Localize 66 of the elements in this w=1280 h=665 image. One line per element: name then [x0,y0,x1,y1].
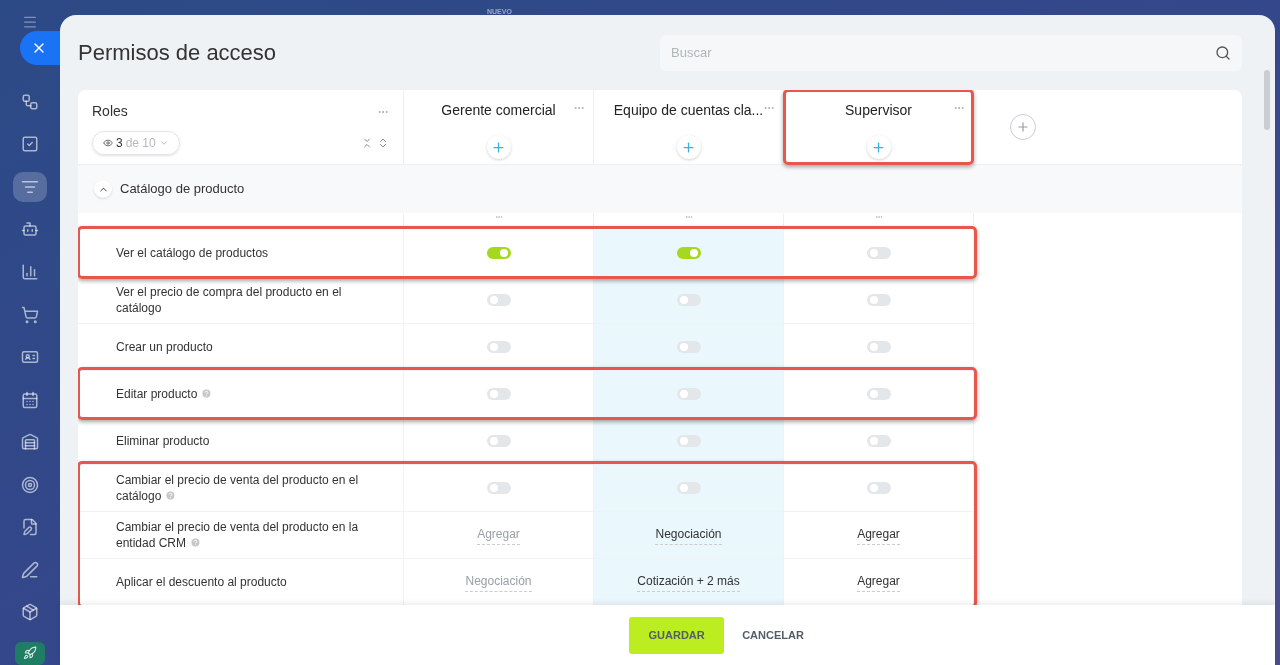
permission-label: Cambiar el precio de venta del producto en el catálogo [116,472,360,504]
permission-label: Aplicar el descuento al producto [116,574,287,590]
toggle-switch[interactable] [866,247,891,259]
robot-icon [21,220,39,239]
calendar-icon [21,390,39,409]
save-button[interactable]: GUARDAR [629,616,725,654]
cart-icon [21,305,39,324]
toggle-switch[interactable] [486,247,511,259]
collapse-icon[interactable] [361,137,373,149]
expand-icon[interactable] [377,137,389,149]
eye-icon [103,138,113,148]
visible-count: 3 [116,135,123,152]
toggle-switch[interactable] [486,482,511,494]
toggle-switch[interactable] [866,482,891,494]
rocket-button[interactable] [15,641,45,665]
help-icon[interactable] [190,537,202,548]
toggle-switch[interactable] [486,341,511,353]
cancel-button[interactable]: CANCELAR [740,616,806,654]
chevron-down-icon [158,138,169,148]
add-button[interactable] [676,135,701,159]
package-icon [21,603,39,622]
plus-icon [1016,120,1030,134]
target-icon [21,475,39,494]
help-icon[interactable] [201,388,213,399]
access-link[interactable]: Negociación [655,525,722,545]
toggle-switch[interactable] [486,435,511,447]
add-button[interactable] [866,135,891,159]
section-title: Catálogo de producto [120,180,245,199]
total-count: de 10 [125,135,156,152]
sidebar-item[interactable] [13,171,47,203]
warehouse-icon [21,433,39,452]
permission-label: Crear un producto [116,339,213,355]
role-name: Supervisor [845,101,912,120]
permission-label: Ver el precio de compra del producto en el catálogo [116,284,343,316]
access-link[interactable]: Agregar [857,525,900,545]
search-icon[interactable] [1215,44,1231,61]
role-name: Equipo de cuentas cla... [613,101,764,120]
permission-label: Eliminar producto [116,433,210,449]
role-name: Gerente comercial [441,101,556,120]
checkbox-icon [21,135,39,154]
bar-chart-icon [21,262,39,281]
permission-label: Ver el catálogo de productos [116,245,269,261]
permission-label: Editar producto [116,386,213,402]
plus-icon [491,139,506,155]
toggle-switch[interactable] [486,294,511,306]
toggle-switch[interactable] [866,341,891,353]
access-link[interactable]: Agregar [857,572,900,592]
page-title: Permisos de acceso [78,39,277,67]
permission-label: Cambiar el precio de venta del producto en la entidad CRM [116,519,360,551]
toggle-switch[interactable] [486,388,511,400]
collapse-section-button[interactable] [94,180,112,198]
pen-icon [21,560,39,579]
toggle-switch[interactable] [866,294,891,306]
toggle-switch[interactable] [866,388,891,400]
access-link[interactable]: Cotización + 2 más [637,572,740,592]
help-icon[interactable] [165,490,177,501]
add-button[interactable] [486,135,511,159]
rocket-icon [23,646,37,661]
workflow-icon [21,92,39,111]
search-field[interactable]: Buscar [660,34,1242,71]
document-pen-icon [21,518,39,537]
toggle-switch[interactable] [866,435,891,447]
scrollbar[interactable] [1264,70,1270,130]
plus-icon [681,139,696,155]
roles-heading: Roles [92,102,128,121]
plus-icon [871,139,886,155]
